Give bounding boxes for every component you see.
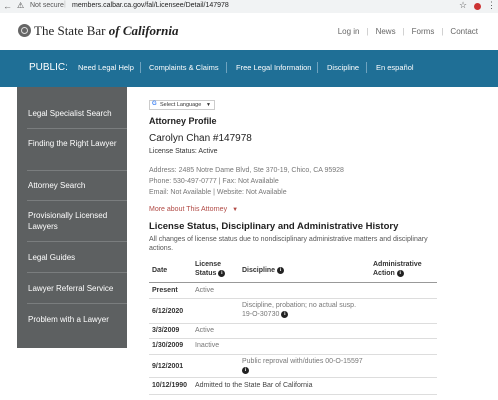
col-discipline-label: Discipline	[242, 267, 276, 274]
nav-need-legal-help[interactable]: Need Legal Help	[78, 63, 134, 72]
attorney-address: Address: 2485 Notre Dame Blvd, Ste 370-1…	[149, 167, 344, 174]
col-license-status-header: License Status i	[195, 260, 226, 278]
info-icon[interactable]: i	[218, 269, 226, 277]
table-row-divider	[149, 394, 437, 395]
sidebar-item-attorney-search[interactable]: Attorney Search	[17, 180, 127, 191]
warning-triangle-icon[interactable]: ⚠	[17, 1, 24, 10]
attorney-profile-heading: Attorney Profile	[149, 116, 217, 126]
news-link[interactable]: News	[369, 27, 403, 36]
not-secure-label[interactable]: Not secure	[30, 2, 64, 9]
row-status: Inactive	[195, 342, 220, 349]
attorney-phone-fax: Phone: 530-497-0777 | Fax: Not Available	[149, 178, 279, 185]
row-date: 6/12/2020	[152, 308, 184, 315]
col-date-header: Date	[152, 267, 168, 274]
row-status: Active	[195, 327, 215, 334]
license-status: License Status: Active	[149, 148, 218, 155]
sidebar-menu: Legal Specialist Search Finding the Righ…	[17, 87, 127, 348]
case-number-link[interactable]: 19-O-30730	[242, 311, 279, 318]
row-date: 3/3/2009	[152, 327, 180, 334]
table-row-divider	[149, 377, 437, 378]
discipline-text: Discipline, probation; no actual susp.	[242, 302, 357, 309]
more-about-attorney-link[interactable]: More about This Attorney ▼	[149, 206, 238, 213]
browser-menu-icon[interactable]: ⋮	[487, 0, 496, 11]
table-row-divider	[149, 354, 437, 355]
sidebar-item-legal-specialist-search[interactable]: Legal Specialist Search	[17, 108, 127, 119]
url-field[interactable]: members.calbar.ca.gov/fal/Licensee/Detai…	[72, 2, 229, 9]
row-date: 10/12/1990	[152, 382, 188, 389]
forms-link[interactable]: Forms	[405, 27, 442, 36]
back-arrow-icon[interactable]: ←	[3, 1, 12, 11]
brand-name-italic: of California	[108, 23, 179, 38]
nav-complaints-claims[interactable]: Complaints & Claims	[149, 63, 219, 72]
sidebar-item-problem-with-lawyer[interactable]: Problem with a Lawyer	[17, 314, 127, 325]
brand-name-prefix: The State Bar	[34, 23, 106, 38]
browser-address-bar: ← ⚠ Not secure | members.calbar.ca.gov/f…	[0, 0, 498, 14]
google-g-icon: G	[152, 101, 157, 107]
sidebar-divider	[27, 200, 127, 201]
nav-divider	[226, 62, 227, 73]
row-status: Admitted to the State Bar of California	[195, 382, 313, 389]
language-select[interactable]: G Select Language ▼	[149, 100, 215, 110]
login-link[interactable]: Log in	[331, 27, 367, 36]
nav-divider	[366, 62, 367, 73]
sidebar-item-legal-guides[interactable]: Legal Guides	[17, 252, 127, 263]
table-header-divider	[149, 282, 437, 283]
col-admin-action-header: Administrative Action i	[373, 260, 422, 278]
nav-divider	[317, 62, 318, 73]
col-status-line1: License	[195, 261, 222, 268]
table-row-divider	[149, 323, 437, 324]
col-discipline-header: Discipline i	[242, 266, 285, 275]
nav-discipline[interactable]: Discipline	[327, 63, 359, 72]
info-icon[interactable]: i	[277, 266, 285, 274]
site-logo-text[interactable]: The State Bar of California	[34, 23, 178, 39]
attorney-email-website: Email: Not Available | Website: Not Avai…	[149, 189, 287, 196]
top-utility-links: Log in | News | Forms | Contact	[331, 27, 485, 36]
history-heading: License Status, Disciplinary and Adminis…	[149, 221, 399, 232]
discipline-text[interactable]: Public reproval with/duties 00-O-15597	[242, 358, 363, 365]
sidebar-item-finding-right-lawyer[interactable]: Finding the Right Lawyer	[17, 138, 127, 149]
public-nav-bar: PUBLIC: Need Legal Help Complaints & Cla…	[0, 50, 498, 87]
public-label: PUBLIC:	[29, 62, 68, 73]
col-status-line2: Status	[195, 270, 217, 277]
row-date: 1/30/2009	[152, 342, 184, 349]
info-icon[interactable]: i	[242, 366, 249, 374]
sidebar-divider	[27, 128, 127, 129]
contact-link[interactable]: Contact	[443, 27, 485, 36]
row-discipline: Discipline, probation; no actual susp. 1…	[242, 301, 356, 319]
chevron-down-icon: ▼	[206, 102, 211, 108]
sidebar-divider	[27, 303, 127, 304]
sidebar-item-provisionally-licensed[interactable]: Provisionally Licensed Lawyers	[17, 210, 117, 232]
state-bar-seal-icon[interactable]	[18, 24, 31, 37]
address-divider: |	[64, 1, 66, 8]
row-date: Present	[152, 287, 178, 294]
info-icon[interactable]: i	[396, 269, 404, 277]
row-date: 9/12/2001	[152, 363, 184, 370]
table-row-divider	[149, 298, 437, 299]
col-admin-line2: Action	[373, 270, 395, 277]
bookmark-star-icon[interactable]: ☆	[459, 0, 467, 11]
language-select-label: Select Language	[160, 102, 202, 108]
row-discipline: Public reproval with/duties 00-O-15597 i	[242, 357, 363, 375]
sidebar-divider	[27, 170, 127, 171]
table-row-divider	[149, 338, 437, 339]
nav-en-espanol[interactable]: En español	[376, 63, 414, 72]
extension-icon[interactable]	[474, 3, 481, 10]
more-about-label: More about This Attorney	[149, 206, 228, 213]
history-description: All changes of license status due to non…	[149, 236, 428, 252]
col-admin-line1: Administrative	[373, 261, 422, 268]
info-icon[interactable]: i	[281, 310, 289, 318]
nav-free-legal-information[interactable]: Free Legal Information	[236, 63, 311, 72]
sidebar-divider	[27, 272, 127, 273]
sidebar-divider	[27, 241, 127, 242]
nav-divider	[140, 62, 141, 73]
sidebar-item-lawyer-referral[interactable]: Lawyer Referral Service	[17, 283, 127, 294]
chevron-down-icon: ▼	[232, 207, 239, 213]
row-status: Active	[195, 287, 215, 294]
site-header: The State Bar of California Log in | New…	[0, 13, 498, 50]
attorney-name: Carolyn Chan #147978	[149, 133, 252, 144]
